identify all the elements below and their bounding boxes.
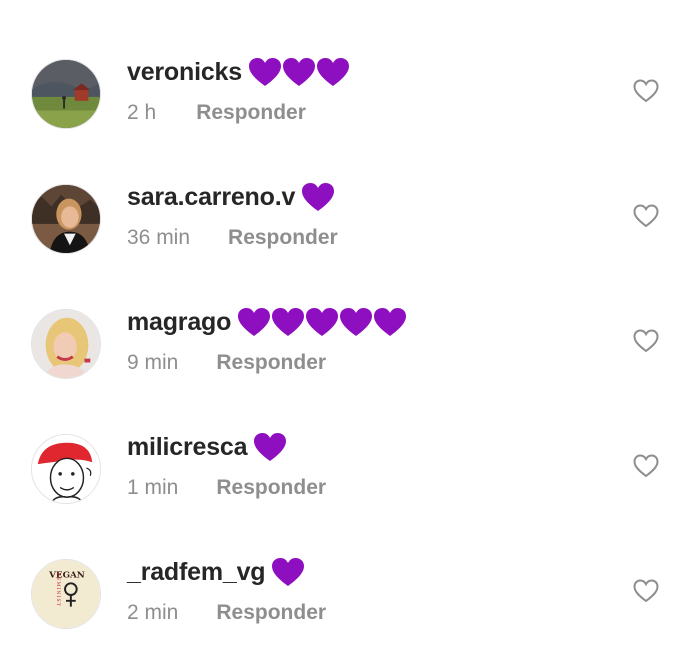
avatar-landscape-image xyxy=(32,60,100,128)
comment-time: 2 min xyxy=(127,601,179,624)
emoji-hearts xyxy=(271,557,305,587)
reply-button[interactable]: Responder xyxy=(228,226,338,250)
username[interactable]: milicresca xyxy=(127,433,248,462)
emoji-hearts xyxy=(253,432,287,462)
svg-text:FEMINIST: FEMINIST xyxy=(55,573,61,607)
username[interactable]: sara.carreno.v xyxy=(127,183,295,212)
like-button[interactable] xyxy=(633,79,659,103)
emoji-hearts xyxy=(237,307,407,337)
comment-time: 36 min xyxy=(127,226,191,249)
like-button[interactable] xyxy=(633,579,659,603)
comment-time: 1 min xyxy=(127,476,179,499)
purple-heart-icon xyxy=(306,308,339,336)
avatar[interactable]: VEGAN FEMINIST xyxy=(31,559,101,629)
purple-heart-icon xyxy=(272,308,305,336)
username[interactable]: magrago xyxy=(127,308,231,337)
heart-outline-icon xyxy=(633,204,659,228)
avatar[interactable] xyxy=(31,309,101,379)
like-button[interactable] xyxy=(633,329,659,353)
emoji-hearts xyxy=(248,57,350,87)
purple-heart-icon xyxy=(272,558,305,586)
comment-row: VEGAN FEMINIST _radfem_vg 2 min Responde… xyxy=(0,545,700,645)
avatar[interactable] xyxy=(31,434,101,504)
reply-button[interactable]: Responder xyxy=(216,351,326,375)
purple-heart-icon xyxy=(282,58,315,86)
username[interactable]: _radfem_vg xyxy=(127,558,266,587)
vegan-feminist-logo: VEGAN FEMINIST xyxy=(32,560,100,628)
purple-heart-icon xyxy=(254,433,287,461)
like-button[interactable] xyxy=(633,454,659,478)
avatar-drawing-image xyxy=(32,435,100,503)
comment-row: milicresca 1 min Responder xyxy=(0,420,700,520)
comment-row: sara.carreno.v 36 min Responder xyxy=(0,170,700,270)
like-button[interactable] xyxy=(633,204,659,228)
comment-row: magrago 9 min Responder xyxy=(0,295,700,395)
purple-heart-icon xyxy=(340,308,373,336)
heart-outline-icon xyxy=(633,329,659,353)
heart-outline-icon xyxy=(633,579,659,603)
reply-button[interactable]: Responder xyxy=(196,101,306,125)
comment-time: 9 min xyxy=(127,351,179,374)
avatar-portrait-image xyxy=(32,310,100,378)
purple-heart-icon xyxy=(248,58,281,86)
comment-time: 2 h xyxy=(127,101,157,124)
heart-outline-icon xyxy=(633,454,659,478)
purple-heart-icon xyxy=(316,58,349,86)
avatar[interactable] xyxy=(31,184,101,254)
emoji-hearts xyxy=(301,182,335,212)
reply-button[interactable]: Responder xyxy=(216,601,326,625)
reply-button[interactable]: Responder xyxy=(216,476,326,500)
heart-outline-icon xyxy=(633,79,659,103)
purple-heart-icon xyxy=(238,308,271,336)
purple-heart-icon xyxy=(302,183,335,211)
svg-text:VEGAN: VEGAN xyxy=(48,570,85,580)
purple-heart-icon xyxy=(374,308,407,336)
previous-comment-cutoff xyxy=(130,0,170,6)
username[interactable]: veronicks xyxy=(127,58,242,87)
comment-row: veronicks 2 h Responder xyxy=(0,45,700,145)
avatar-portrait-image xyxy=(32,185,100,253)
avatar[interactable] xyxy=(31,59,101,129)
